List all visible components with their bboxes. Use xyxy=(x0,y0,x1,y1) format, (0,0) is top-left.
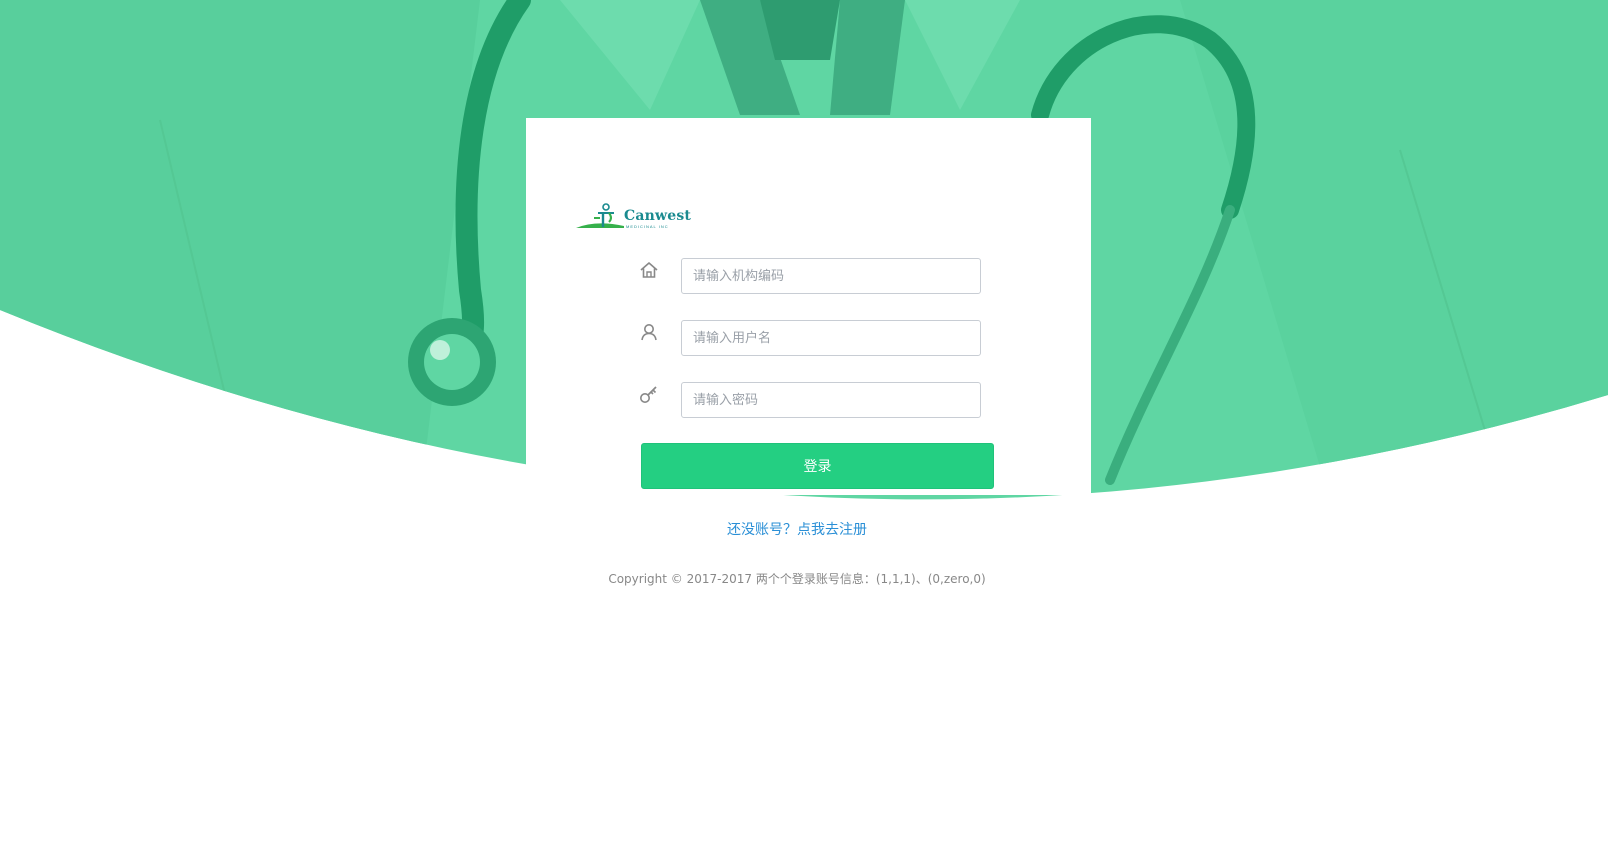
user-icon xyxy=(639,322,659,342)
home-icon xyxy=(639,260,659,280)
key-icon xyxy=(639,384,659,404)
password-input[interactable] xyxy=(681,382,981,418)
login-button[interactable]: 登录 xyxy=(641,443,994,489)
register-link-text[interactable]: 还没账号？点我去注册 xyxy=(727,522,867,538)
logo-text: Canwest xyxy=(624,208,692,224)
login-card: Canwest MEDICINAL INC 请输入机构编码 请输入用户名 登录 xyxy=(526,118,1091,495)
copyright-text: Copyright © 2017-2017 两个个登录账号信息：(1,1,1)、… xyxy=(0,570,1608,587)
org-code-input[interactable] xyxy=(681,258,981,294)
org-code-row xyxy=(639,258,992,294)
login-page: Canwest MEDICINAL INC 请输入机构编码 请输入用户名 登录 … xyxy=(0,0,1608,841)
logo-icon xyxy=(576,203,624,228)
password-row xyxy=(639,382,992,418)
username-input[interactable] xyxy=(681,320,981,356)
logo-subtext: MEDICINAL INC xyxy=(626,224,669,229)
copyright-label: Copyright © 2017-2017 两个个登录账号信息：(1,1,1)、… xyxy=(608,572,986,586)
canwest-logo: Canwest MEDICINAL INC xyxy=(576,202,701,232)
register-link[interactable]: 还没账号？点我去注册 xyxy=(0,519,1608,539)
username-row xyxy=(639,320,992,356)
